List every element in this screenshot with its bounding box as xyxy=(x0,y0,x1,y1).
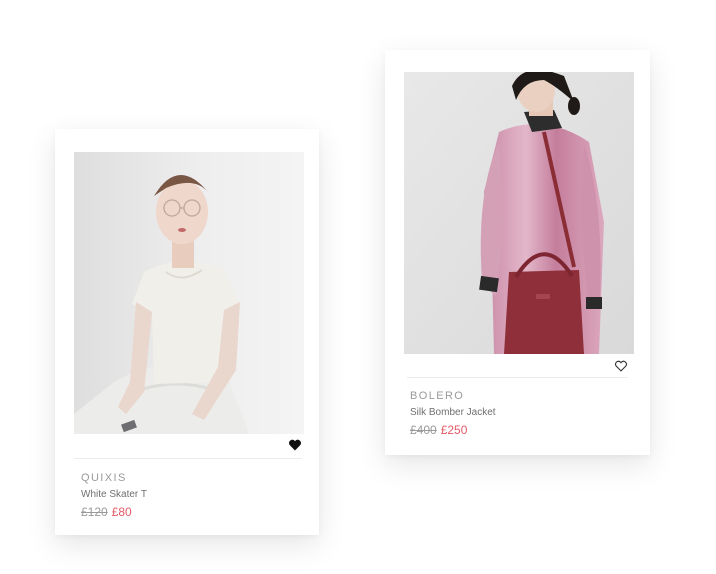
sale-price: £80 xyxy=(111,505,132,519)
product-image[interactable] xyxy=(74,152,304,434)
old-price: £120 xyxy=(81,505,108,519)
product-brand: QUIXIS xyxy=(81,472,127,484)
product-card[interactable]: QUIXIS White Skater T £120 £80 xyxy=(55,129,319,535)
model-pink-bomber-photo xyxy=(404,72,634,354)
divider xyxy=(407,377,628,378)
product-image[interactable] xyxy=(404,72,634,354)
heart-outline-icon xyxy=(614,360,628,372)
product-brand: BOLERO xyxy=(410,390,465,402)
favorite-button[interactable] xyxy=(288,439,302,451)
product-info: BOLERO Silk Bomber Jacket £400 £250 xyxy=(410,390,496,437)
product-info: QUIXIS White Skater T £120 £80 xyxy=(81,472,147,519)
price-row: £400 £250 xyxy=(410,423,496,437)
old-price: £400 xyxy=(410,423,437,437)
product-card[interactable]: BOLERO Silk Bomber Jacket £400 £250 xyxy=(385,50,650,455)
favorite-button[interactable] xyxy=(614,360,628,372)
divider xyxy=(74,458,302,459)
heart-filled-icon xyxy=(289,439,301,451)
product-name[interactable]: Silk Bomber Jacket xyxy=(410,407,496,419)
model-white-tee-photo xyxy=(74,152,304,434)
sale-price: £250 xyxy=(440,423,468,437)
price-row: £120 £80 xyxy=(81,505,147,519)
product-name[interactable]: White Skater T xyxy=(81,489,147,501)
